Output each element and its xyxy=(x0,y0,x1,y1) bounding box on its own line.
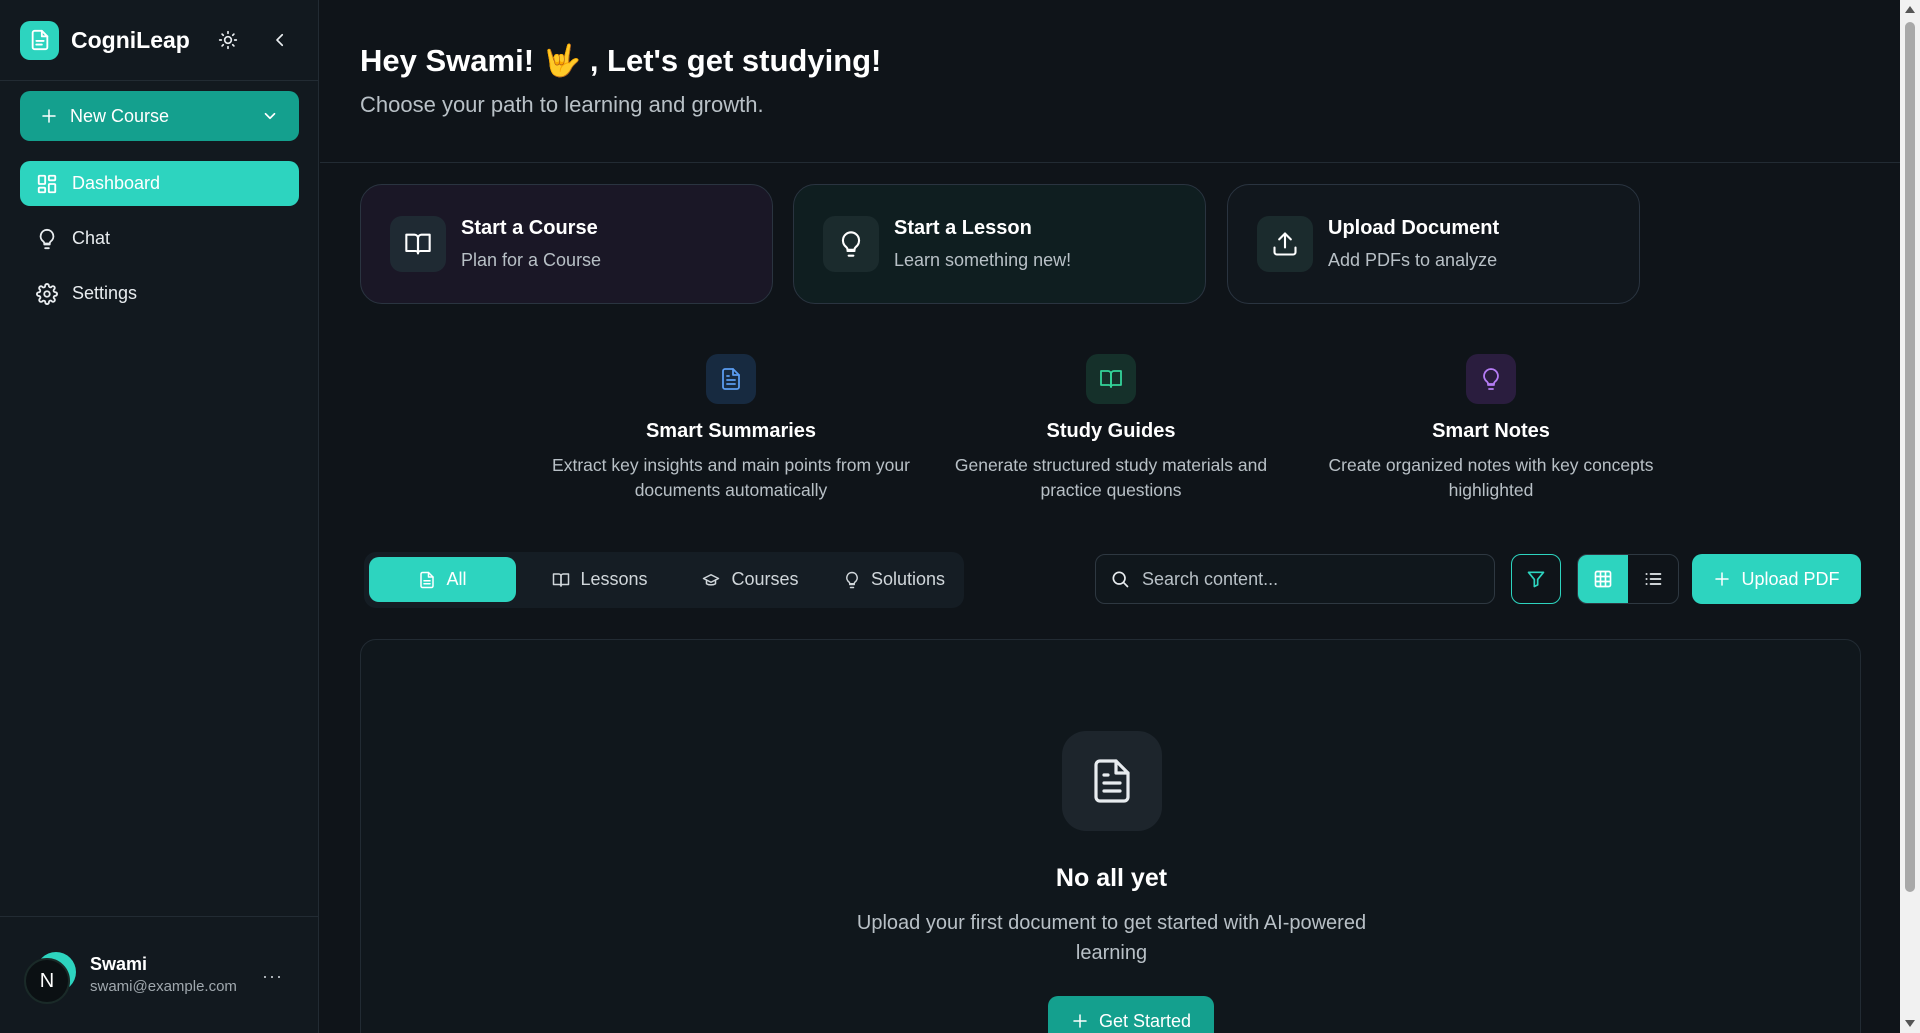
sidebar-item-chat[interactable]: Chat xyxy=(20,216,299,261)
tab-courses[interactable]: Courses xyxy=(680,557,820,602)
app-name: CogniLeap xyxy=(71,26,190,53)
book-open-icon xyxy=(1086,354,1136,404)
start-lesson-card[interactable]: Start a Lesson Learn something new! xyxy=(793,184,1206,304)
book-open-icon xyxy=(552,571,570,589)
document-icon xyxy=(1062,731,1162,831)
card-subtitle: Add PDFs to analyze xyxy=(1328,250,1498,270)
search-box xyxy=(1095,554,1495,604)
theme-toggle-sun-icon[interactable] xyxy=(216,28,240,52)
main-content: Hey Swami! 🤟 , Let's get studying! Choos… xyxy=(320,0,1900,1033)
graduation-cap-icon xyxy=(701,571,721,589)
card-subtitle: Learn something new! xyxy=(894,250,1072,270)
page-scrollbar[interactable] xyxy=(1900,0,1920,1033)
header-divider xyxy=(320,162,1900,163)
card-title: Upload Document xyxy=(1328,217,1500,239)
sidebar-item-settings[interactable]: Settings xyxy=(20,271,299,316)
sidebar-item-label: Chat xyxy=(72,228,111,248)
sidebar-item-label: Dashboard xyxy=(72,173,161,193)
feature-smart-notes: Smart Notes Create organized notes with … xyxy=(1311,354,1671,503)
view-mode-toggle xyxy=(1577,554,1679,604)
avatar[interactable]: N xyxy=(24,958,70,1004)
grid-icon xyxy=(1593,569,1613,589)
lightbulb-icon xyxy=(823,216,879,272)
brand[interactable]: CogniLeap xyxy=(20,20,190,60)
list-icon xyxy=(1643,569,1663,589)
upload-document-card[interactable]: Upload Document Add PDFs to analyze xyxy=(1227,184,1640,304)
document-icon xyxy=(418,571,436,589)
sidebar-item-label: Settings xyxy=(72,283,138,303)
tab-all[interactable]: All xyxy=(369,557,516,602)
filter-funnel-icon xyxy=(1526,569,1546,589)
tab-label: Solutions xyxy=(870,569,946,589)
user-name: Swami xyxy=(90,954,148,974)
dashboard-icon xyxy=(36,173,58,195)
tab-label: Lessons xyxy=(580,569,648,589)
sidebar-item-dashboard[interactable]: Dashboard xyxy=(20,161,299,206)
plus-icon xyxy=(1713,570,1731,588)
empty-state-panel: No all yet Upload your first document to… xyxy=(360,639,1861,1033)
tab-solutions[interactable]: Solutions xyxy=(824,557,964,602)
plus-icon xyxy=(1071,1012,1089,1030)
chevron-down-icon xyxy=(261,107,279,125)
card-title: Start a Lesson xyxy=(894,217,1032,239)
feature-study-guides: Study Guides Generate structured study m… xyxy=(931,354,1291,503)
user-email: swami@example.com xyxy=(90,978,237,995)
new-course-label: New Course xyxy=(70,105,170,126)
card-subtitle: Plan for a Course xyxy=(461,250,602,270)
sidebar: CogniLeap New Course Dashboard Chat Sett… xyxy=(0,0,319,1033)
feature-description: Extract key insights and main points fro… xyxy=(552,455,910,500)
feature-description: Create organized notes with key concepts… xyxy=(1328,455,1654,500)
empty-state-description: Upload your first document to get starte… xyxy=(856,912,1367,964)
empty-state-title: No all yet xyxy=(1055,864,1168,892)
search-icon xyxy=(1110,569,1130,589)
feature-title: Smart Notes xyxy=(1432,420,1550,442)
tab-label: Courses xyxy=(731,569,799,589)
document-logo-icon xyxy=(20,20,59,60)
page-title: Hey Swami! 🤟 , Let's get studying! xyxy=(360,43,882,78)
feature-title: Study Guides xyxy=(1046,420,1176,442)
gear-icon xyxy=(36,282,58,305)
list-view-button[interactable] xyxy=(1628,555,1678,603)
upload-icon xyxy=(1257,216,1313,272)
start-course-card[interactable]: Start a Course Plan for a Course xyxy=(360,184,773,304)
filter-button[interactable] xyxy=(1511,554,1561,604)
feature-smart-summaries: Smart Summaries Extract key insights and… xyxy=(551,354,911,503)
book-open-icon xyxy=(390,216,446,272)
feature-title: Smart Summaries xyxy=(645,420,817,442)
grid-view-button[interactable] xyxy=(1578,555,1628,603)
lightbulb-icon xyxy=(843,571,861,589)
user-divider xyxy=(0,916,319,917)
page-subtitle: Choose your path to learning and growth. xyxy=(360,92,764,117)
lightbulb-icon xyxy=(36,228,58,250)
search-input[interactable] xyxy=(1142,568,1472,590)
content-filter-tabs: All Lessons Courses Solutions xyxy=(364,552,964,608)
tab-label: All xyxy=(446,569,467,589)
new-course-button[interactable]: New Course xyxy=(20,91,299,141)
scrollbar-thumb[interactable] xyxy=(1905,22,1915,892)
user-more-menu-button[interactable]: ··· xyxy=(262,966,283,987)
sidebar-divider xyxy=(0,80,319,81)
card-title: Start a Course xyxy=(461,217,598,239)
document-icon xyxy=(706,354,756,404)
scroll-up-arrow-icon[interactable] xyxy=(1905,6,1915,13)
tab-lessons[interactable]: Lessons xyxy=(530,557,670,602)
collapse-sidebar-chevron-left-icon[interactable] xyxy=(268,28,292,52)
lightbulb-icon xyxy=(1466,354,1516,404)
plus-icon xyxy=(40,107,58,125)
get-started-button[interactable]: Get Started xyxy=(1048,996,1214,1033)
upload-pdf-label: Upload PDF xyxy=(1741,568,1840,589)
feature-description: Generate structured study materials and … xyxy=(954,455,1268,500)
get-started-label: Get Started xyxy=(1098,1010,1192,1031)
scroll-down-arrow-icon[interactable] xyxy=(1905,1020,1915,1027)
upload-pdf-button[interactable]: Upload PDF xyxy=(1692,554,1861,604)
